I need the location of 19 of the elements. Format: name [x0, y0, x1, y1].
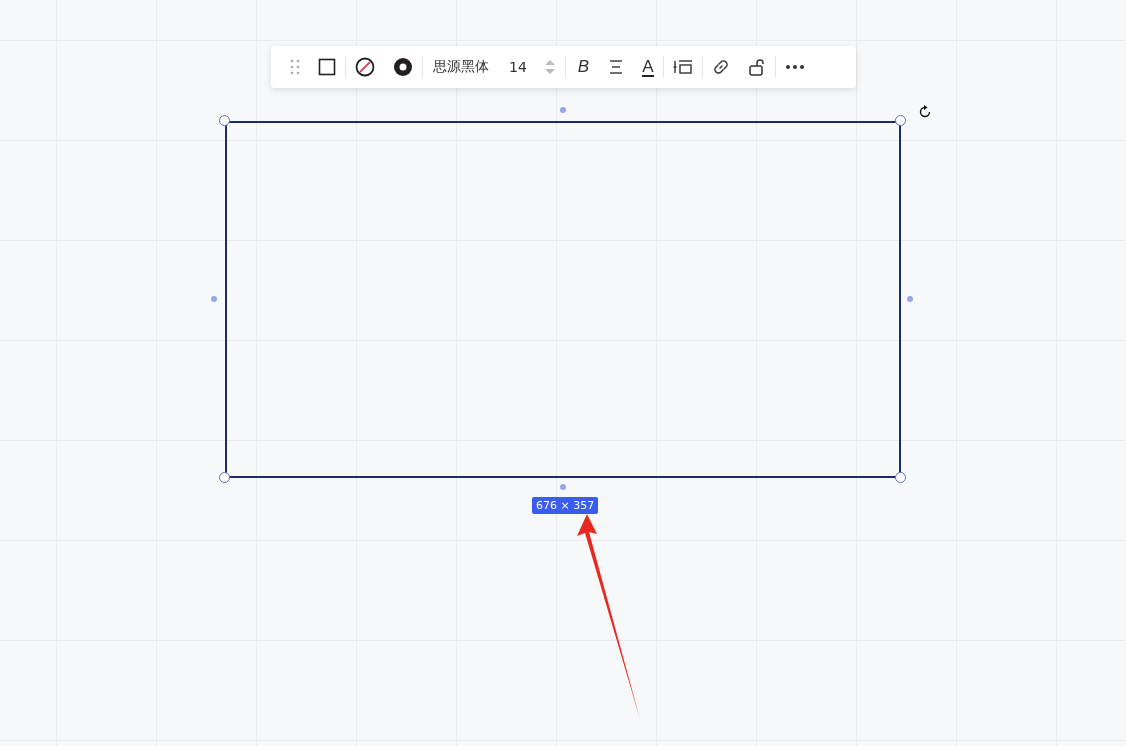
drag-handle-icon[interactable] [290, 59, 300, 75]
align-icon[interactable] [608, 59, 625, 75]
link-icon[interactable] [711, 58, 730, 76]
resize-handle[interactable] [219, 472, 230, 483]
resize-handle[interactable] [219, 115, 230, 126]
rectangle-icon[interactable] [318, 58, 336, 76]
text-color-button[interactable]: A [642, 57, 654, 77]
stroke-color-icon[interactable] [393, 57, 413, 77]
size-label: 676 × 357 [532, 497, 599, 514]
font-family-select[interactable]: 思源黑体 [433, 58, 489, 76]
resize-handle[interactable] [895, 472, 906, 483]
rotate-icon[interactable] [918, 105, 932, 119]
resize-handle[interactable] [895, 115, 906, 126]
font-size-field[interactable]: 14 [509, 59, 527, 75]
unlock-icon[interactable] [747, 58, 766, 76]
bold-button[interactable]: B [577, 57, 590, 77]
spacing-icon[interactable] [672, 58, 693, 76]
more-icon[interactable] [784, 64, 805, 70]
no-fill-icon[interactable] [355, 57, 375, 77]
